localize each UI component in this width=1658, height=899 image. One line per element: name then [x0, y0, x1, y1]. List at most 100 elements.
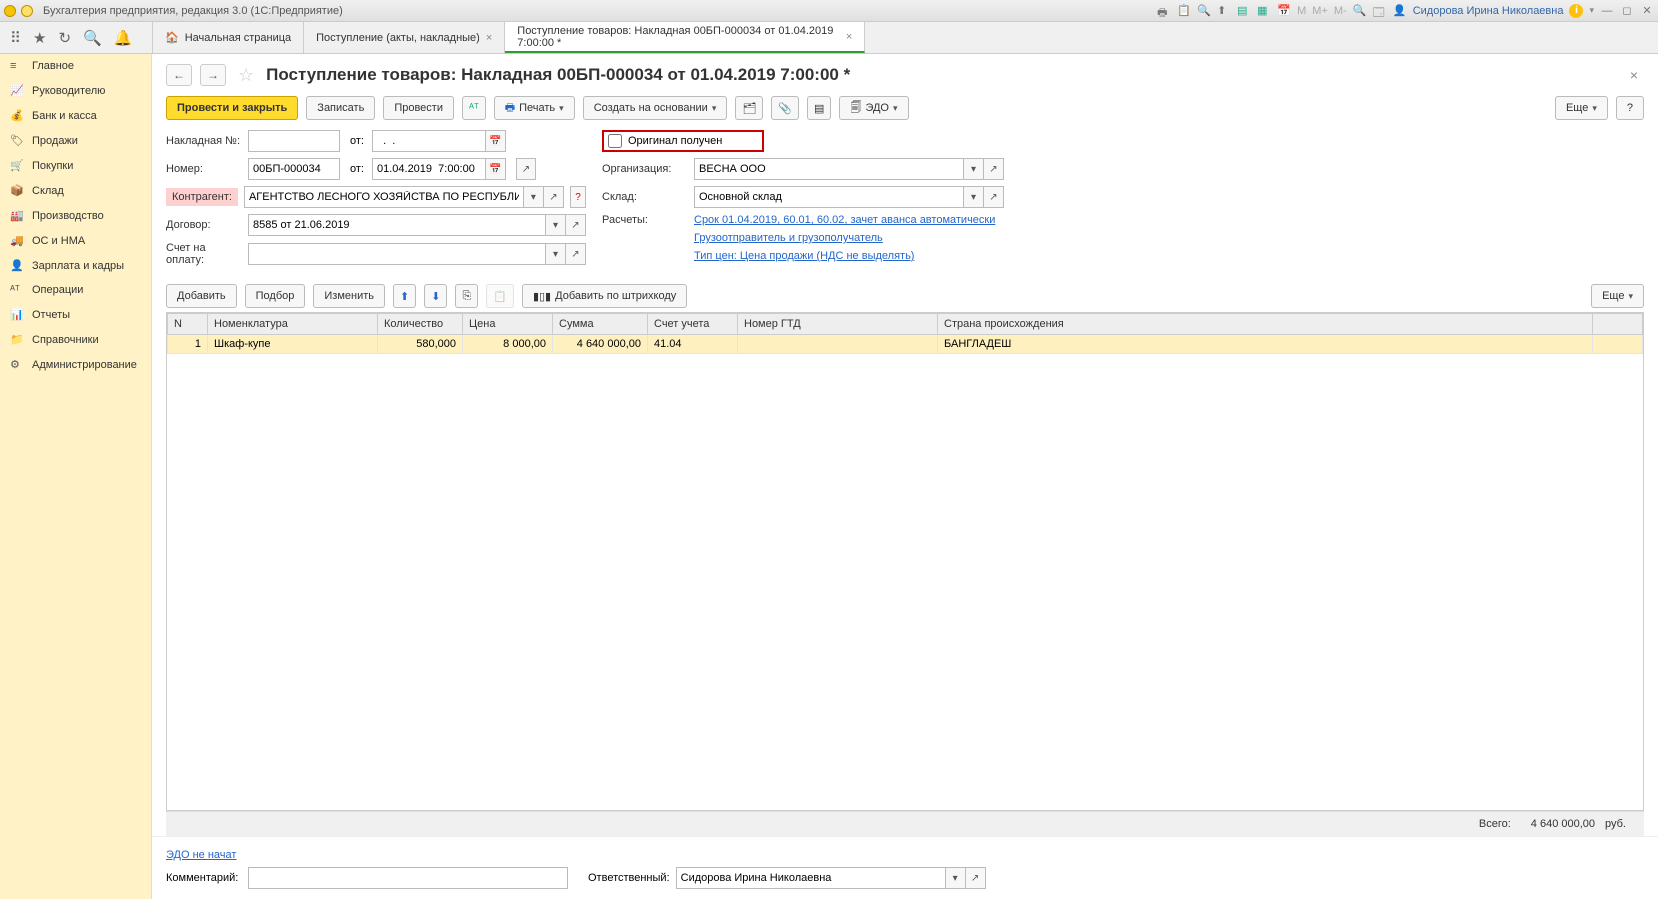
pick-button[interactable]: Подбор: [245, 284, 306, 308]
col-country[interactable]: Страна происхождения: [938, 314, 1593, 335]
cell-gtd[interactable]: [738, 335, 938, 354]
open-icon[interactable]: ↗: [566, 214, 586, 236]
rascety-link[interactable]: Срок 01.04.2019, 60.01, 60.02, зачет ава…: [694, 214, 995, 226]
post-button[interactable]: Провести: [383, 96, 454, 120]
move-down-button[interactable]: ⬇: [424, 284, 447, 308]
sidebar-item-assets[interactable]: 🚚ОС и НМА: [0, 228, 151, 253]
more-button[interactable]: Еще▾: [1555, 96, 1608, 120]
sidebar-item-main[interactable]: ≡Главное: [0, 54, 151, 78]
copy-row-button[interactable]: ⎘: [455, 284, 478, 308]
attach-button[interactable]: 📎: [771, 96, 799, 120]
favorite-icon[interactable]: ☆: [238, 65, 254, 86]
close-icon[interactable]: ×: [846, 31, 852, 43]
col-extra[interactable]: [1593, 314, 1643, 335]
close-window-button[interactable]: ✕: [1640, 4, 1654, 17]
sidebar-item-warehouse[interactable]: 📦Склад: [0, 178, 151, 203]
grid-icon[interactable]: ▦: [1257, 4, 1271, 18]
open-icon[interactable]: ↗: [966, 867, 986, 889]
schet-input[interactable]: [248, 243, 546, 265]
m-plus-label[interactable]: M+: [1312, 5, 1328, 17]
calendar-icon[interactable]: 📅: [486, 158, 506, 180]
tab-receipts-list[interactable]: Поступление (акты, накладные) ×: [304, 22, 505, 53]
open-icon[interactable]: ↗: [516, 158, 536, 180]
open-icon[interactable]: ↗: [984, 186, 1004, 208]
dropdown-icon[interactable]: ▾: [546, 214, 566, 236]
col-sum[interactable]: Сумма: [553, 314, 648, 335]
col-qty[interactable]: Количество: [378, 314, 463, 335]
edit-row-button[interactable]: Изменить: [313, 284, 385, 308]
tab-receipt-document[interactable]: Поступление товаров: Накладная 00БП-0000…: [505, 22, 865, 53]
edo-button[interactable]: 🗐ЭДО▾: [839, 96, 908, 120]
cell-extra[interactable]: [1593, 335, 1643, 354]
sidebar-item-admin[interactable]: ⚙Администрирование: [0, 352, 151, 377]
col-gtd[interactable]: Номер ГТД: [738, 314, 938, 335]
dropdown-icon[interactable]: ▾: [964, 186, 984, 208]
move-up-button[interactable]: ⬆: [393, 284, 416, 308]
user-name[interactable]: Сидорова Ирина Николаевна: [1413, 5, 1564, 17]
calendar-icon[interactable]: 📅: [1277, 4, 1291, 18]
sidebar-item-bank[interactable]: 💰Банк и касса: [0, 103, 151, 128]
star-icon[interactable]: ★: [33, 29, 46, 47]
add-row-button[interactable]: Добавить: [166, 284, 237, 308]
forward-button[interactable]: →: [200, 64, 226, 86]
dropdown-icon[interactable]: ▾: [964, 158, 984, 180]
sidebar-item-reports[interactable]: 📊Отчеты: [0, 302, 151, 327]
invoice-no-input[interactable]: [248, 130, 340, 152]
kontragent-input[interactable]: [244, 186, 524, 208]
sidebar-item-references[interactable]: 📁Справочники: [0, 327, 151, 352]
upload-icon[interactable]: ⬆: [1217, 4, 1231, 18]
bell-icon[interactable]: 🔔: [114, 29, 133, 47]
structure-button[interactable]: 🗂: [735, 96, 763, 120]
comment-input[interactable]: [248, 867, 568, 889]
add-by-barcode-button[interactable]: ▮▯▮Добавить по штрихкоду: [522, 284, 687, 308]
calc-icon[interactable]: ▤: [1237, 4, 1251, 18]
print-button[interactable]: 🖶Печать▾: [494, 96, 575, 120]
history-icon[interactable]: ↻: [58, 29, 71, 47]
cell-country[interactable]: БАНГЛАДЕШ: [938, 335, 1593, 354]
save-button[interactable]: Записать: [306, 96, 375, 120]
back-button[interactable]: ←: [166, 64, 192, 86]
cell-qty[interactable]: 580,000: [378, 335, 463, 354]
invoice-date-input[interactable]: [372, 130, 486, 152]
maximize-button[interactable]: ◻: [1620, 4, 1634, 17]
paste-row-button[interactable]: 📋: [486, 284, 514, 308]
cell-sum[interactable]: 4 640 000,00: [553, 335, 648, 354]
original-received-row[interactable]: Оригинал получен: [602, 130, 764, 152]
col-nomenclature[interactable]: Номенклатура: [208, 314, 378, 335]
document-close-button[interactable]: ×: [1630, 67, 1644, 83]
org-input[interactable]: [694, 158, 964, 180]
window-icon[interactable]: 🗔: [1373, 4, 1387, 18]
search-icon[interactable]: 🔍: [1197, 4, 1211, 18]
sidebar-item-operations[interactable]: ᴬᵀОперации: [0, 278, 151, 302]
table-row[interactable]: 1 Шкаф-купе 580,000 8 000,00 4 640 000,0…: [168, 335, 1643, 354]
minimize-button[interactable]: —: [1600, 5, 1614, 17]
edo-status-link[interactable]: ЭДО не начат: [166, 849, 236, 861]
dt-kt-button[interactable]: ᴬᵀ: [462, 96, 486, 120]
responsible-input[interactable]: [676, 867, 946, 889]
info-caret[interactable]: ▾: [1589, 5, 1594, 16]
table-more-button[interactable]: Еще▾: [1591, 284, 1644, 308]
sidebar-item-hr[interactable]: 👤Зарплата и кадры: [0, 253, 151, 278]
m-label[interactable]: M: [1297, 5, 1306, 17]
create-based-button[interactable]: Создать на основании▾: [583, 96, 728, 120]
sidebar-item-manager[interactable]: 📈Руководителю: [0, 78, 151, 103]
open-icon[interactable]: ↗: [984, 158, 1004, 180]
open-icon[interactable]: ↗: [544, 186, 564, 208]
tab-home[interactable]: 🏠 Начальная страница: [152, 22, 304, 53]
sidebar-item-purchases[interactable]: 🛒Покупки: [0, 153, 151, 178]
col-price[interactable]: Цена: [463, 314, 553, 335]
search-nav-icon[interactable]: 🔍: [83, 29, 102, 47]
sklad-input[interactable]: [694, 186, 964, 208]
dropdown-icon[interactable]: ▾: [946, 867, 966, 889]
col-account[interactable]: Счет учета: [648, 314, 738, 335]
print-icon[interactable]: 🖶: [1157, 4, 1171, 18]
sidebar-item-sales[interactable]: 🏷Продажи: [0, 128, 151, 153]
cell-n[interactable]: 1: [168, 335, 208, 354]
number-date-input[interactable]: [372, 158, 486, 180]
col-n[interactable]: N: [168, 314, 208, 335]
number-input[interactable]: [248, 158, 340, 180]
kontragent-help-button[interactable]: ?: [570, 186, 586, 208]
gruzo-link[interactable]: Грузоотправитель и грузополучатель: [694, 232, 883, 244]
dropdown-icon[interactable]: ▾: [524, 186, 544, 208]
menu-icon[interactable]: ⠿: [10, 29, 21, 47]
